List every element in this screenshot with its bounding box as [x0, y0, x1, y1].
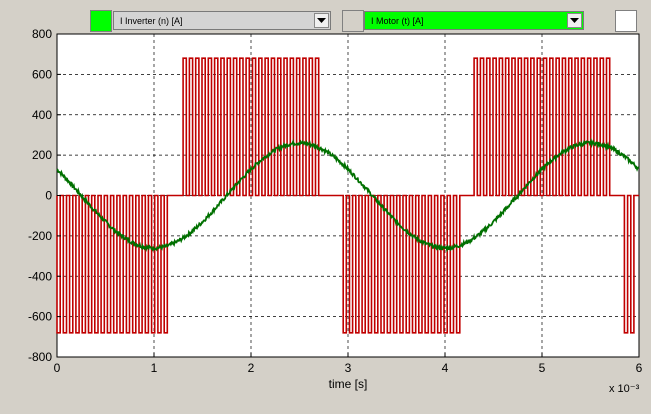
y-tick-label: -400 — [28, 269, 52, 283]
x-axis-exponent: x 10⁻³ — [609, 383, 640, 395]
y-tick-label: 200 — [32, 148, 52, 162]
current-chart: 800 600 400 200 0 -200 -400 -600 -800 0 1 2 3 4 5 6 ti… — [28, 27, 643, 395]
y-tick-label: -600 — [28, 310, 52, 324]
x-tick-label: 4 — [442, 361, 449, 375]
x-tick-label: 1 — [151, 361, 158, 375]
y-tick-label: 600 — [32, 67, 52, 81]
y-axis-ticks: 800 600 400 200 0 -200 -400 -600 -800 — [28, 27, 61, 364]
y-tick-label: -800 — [28, 350, 52, 364]
y-tick-label: 0 — [45, 189, 52, 203]
x-tick-label: 0 — [54, 361, 61, 375]
y-tick-label: 400 — [32, 108, 52, 122]
x-axis-label: time [s] — [329, 377, 368, 391]
y-tick-label: -200 — [28, 229, 52, 243]
x-tick-label: 5 — [539, 361, 546, 375]
x-tick-label: 2 — [248, 361, 255, 375]
x-tick-label: 6 — [636, 361, 643, 375]
y-tick-label: 800 — [32, 27, 52, 41]
x-tick-label: 3 — [345, 361, 352, 375]
